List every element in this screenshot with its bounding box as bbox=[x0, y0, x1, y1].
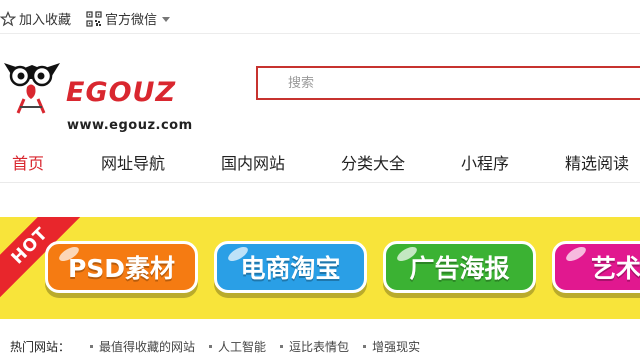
hot-site-link[interactable]: 逗比表情包 bbox=[280, 338, 349, 355]
hot-site-link-label: 逗比表情包 bbox=[289, 340, 350, 354]
add-favorite-label: 加入收藏 bbox=[19, 13, 72, 28]
search-box bbox=[256, 66, 640, 100]
ad-posters-label: 广告海报 bbox=[409, 254, 510, 283]
main-nav: 首页 网址导航 国内网站 分类大全 小程序 精选阅读 bbox=[0, 137, 640, 183]
bullet-icon bbox=[90, 345, 94, 348]
hot-site-link[interactable]: 增强现实 bbox=[363, 338, 420, 355]
official-wechat-label: 官方微信 bbox=[105, 13, 158, 28]
logo-url-text: www.egouz.com bbox=[67, 118, 193, 133]
hot-site-link-label: 增强现实 bbox=[372, 340, 421, 354]
hot-categories-banner: HOT PSD素材 电商淘宝 广告海报 艺术字 bbox=[0, 217, 640, 319]
hot-sites-label: 热门网站： bbox=[10, 340, 71, 354]
hot-site-link[interactable]: 人工智能 bbox=[209, 338, 266, 355]
site-logo[interactable]: EGOUZ www.egouz.com bbox=[0, 55, 200, 133]
ad-posters-button[interactable]: 广告海报 bbox=[383, 241, 536, 293]
nav-item-home[interactable]: 首页 bbox=[12, 150, 44, 174]
search-input[interactable] bbox=[258, 68, 640, 98]
art-lettering-button[interactable]: 艺术字 bbox=[552, 241, 640, 293]
psd-materials-label: PSD素材 bbox=[67, 254, 176, 283]
hot-site-link[interactable]: 最值得收藏的网站 bbox=[90, 338, 195, 355]
nav-item-site-navigation[interactable]: 网址导航 bbox=[101, 150, 165, 174]
official-wechat-dropdown[interactable]: 官方微信 bbox=[86, 9, 171, 28]
ecommerce-taobao-label: 电商淘宝 bbox=[240, 254, 341, 283]
psd-materials-button[interactable]: PSD素材 bbox=[45, 241, 198, 293]
add-favorite-link[interactable]: 加入收藏 bbox=[0, 9, 71, 28]
mascot-logo-icon bbox=[4, 63, 60, 114]
logo-wordmark: EGOUZ bbox=[66, 77, 177, 108]
bullet-icon bbox=[363, 345, 367, 348]
nav-item-domestic-sites[interactable]: 国内网站 bbox=[221, 150, 285, 174]
top-utility-bar: 加入收藏 官方微信 bbox=[0, 0, 640, 34]
hot-sites-bar: 热门网站： 最值得收藏的网站 人工智能 逗比表情包 增强现实 bbox=[0, 333, 640, 360]
art-lettering-label: 艺术字 bbox=[590, 254, 640, 283]
hot-site-link-label: 人工智能 bbox=[218, 340, 267, 354]
nav-item-categories[interactable]: 分类大全 bbox=[341, 150, 405, 174]
nav-item-featured-reading[interactable]: 精选阅读 bbox=[565, 150, 629, 174]
nav-item-mini-programs[interactable]: 小程序 bbox=[461, 150, 509, 174]
bullet-icon bbox=[209, 345, 213, 348]
site-header: EGOUZ www.egouz.com bbox=[0, 35, 640, 133]
button-shine bbox=[563, 244, 589, 264]
bullet-icon bbox=[280, 345, 284, 348]
ecommerce-taobao-button[interactable]: 电商淘宝 bbox=[214, 241, 367, 293]
chevron-down-icon bbox=[162, 16, 171, 22]
qr-code-icon bbox=[86, 10, 102, 27]
star-icon bbox=[0, 10, 16, 26]
hot-site-link-label: 最值得收藏的网站 bbox=[99, 340, 196, 354]
